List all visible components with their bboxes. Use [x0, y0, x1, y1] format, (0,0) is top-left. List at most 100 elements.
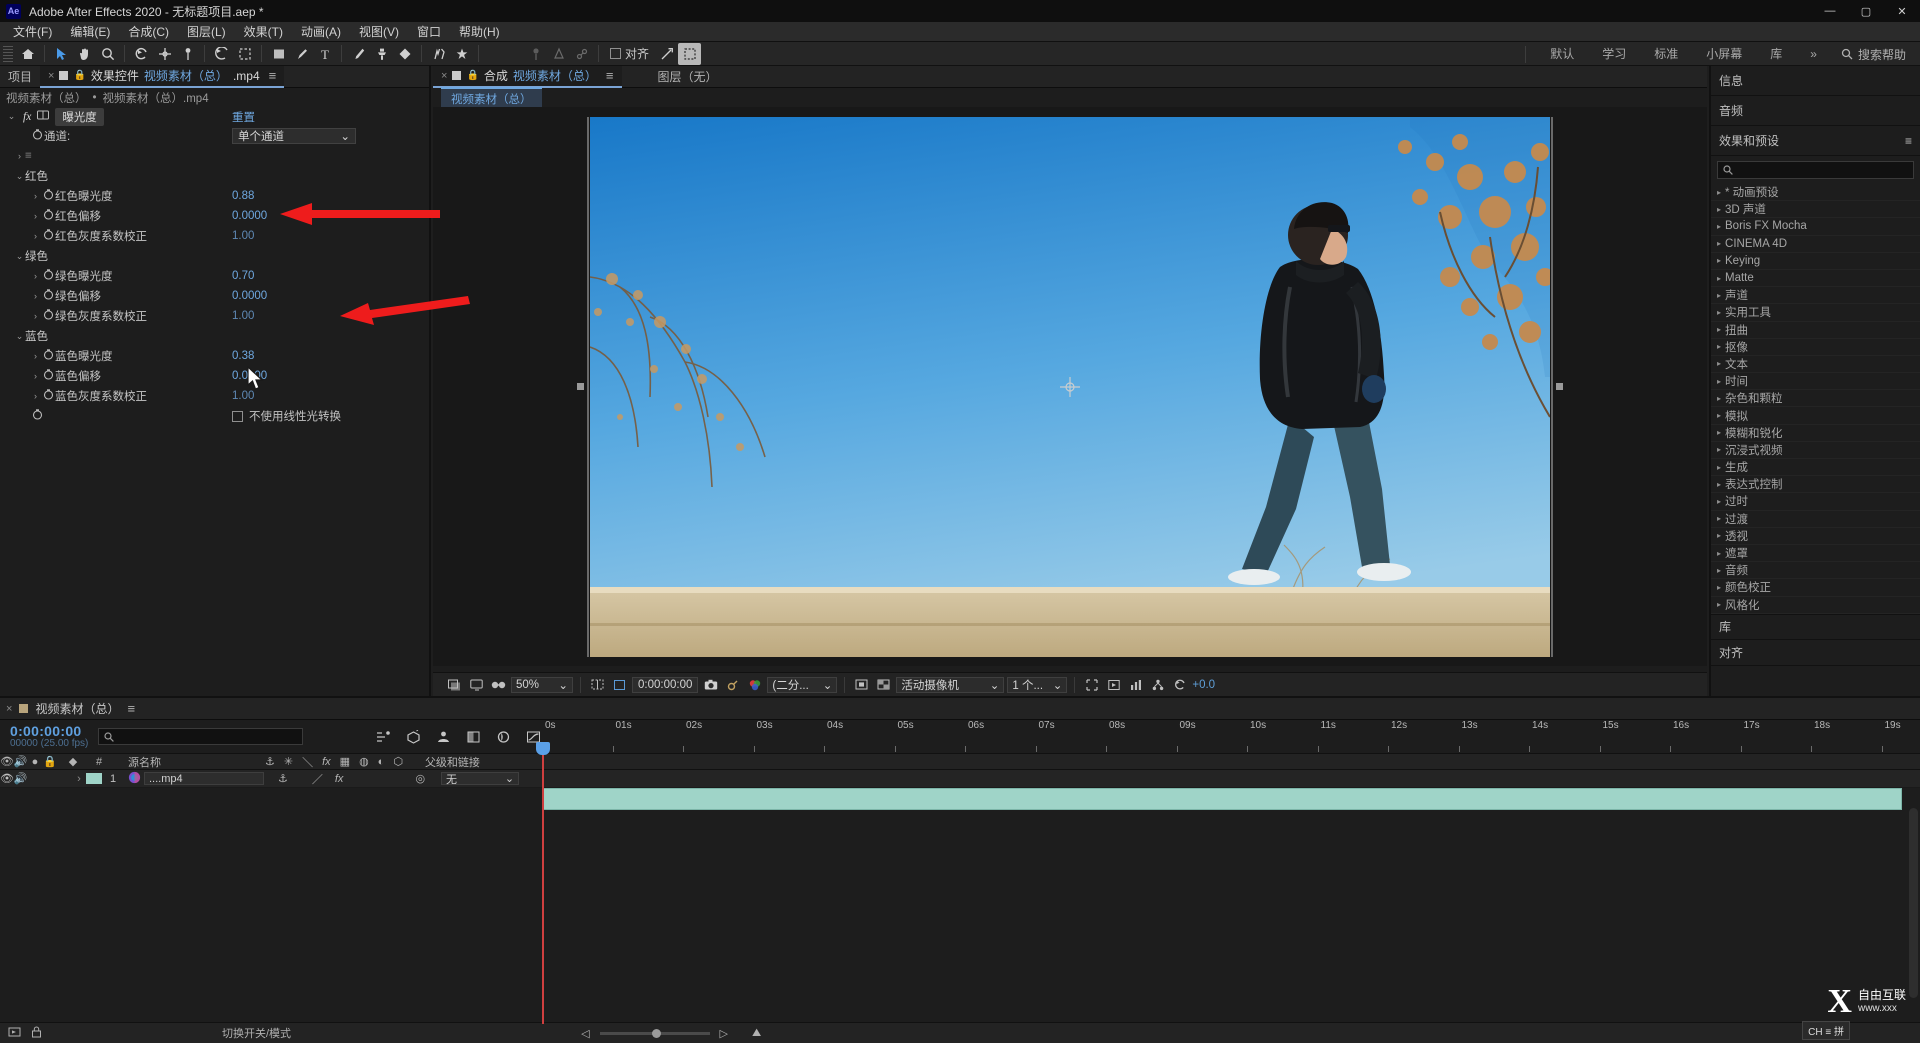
effects-category-item[interactable]: ▸ 实用工具: [1711, 304, 1920, 322]
effects-category-item[interactable]: ▸ 遮罩: [1711, 545, 1920, 563]
menu-composition[interactable]: 合成(C): [119, 21, 178, 42]
parent-link-header[interactable]: 父级和链接: [425, 754, 480, 770]
viewer-timecode[interactable]: 0:00:00:00: [632, 676, 699, 693]
render-queue-icon[interactable]: [8, 1026, 21, 1041]
info-panel-header[interactable]: 信息: [1711, 66, 1920, 96]
audio-toggle-icon[interactable]: 🔊: [13, 755, 28, 768]
chevron-right-icon[interactable]: ▸: [1717, 583, 1721, 592]
param-row-5[interactable]: › 绿色曝光度 0.70: [0, 266, 429, 286]
workspace-default[interactable]: 默认: [1536, 42, 1588, 66]
lock-status-icon[interactable]: [31, 1026, 42, 1041]
quality-icon[interactable]: ＼: [302, 754, 313, 770]
chevron-down-icon[interactable]: ⌄: [6, 111, 17, 122]
row-effects-icon[interactable]: fx: [335, 773, 344, 785]
row-video-toggle[interactable]: 👁: [0, 772, 14, 785]
puppet-starch-pin-icon[interactable]: [547, 43, 570, 65]
timeline-search-input[interactable]: [98, 728, 304, 745]
3d-layer-icon[interactable]: ⬡: [393, 755, 403, 768]
effects-category-item[interactable]: ▸ 风格化: [1711, 597, 1920, 614]
menu-edit[interactable]: 编辑(E): [61, 21, 119, 42]
timeline-jump-icon[interactable]: [1126, 676, 1145, 694]
source-name-header[interactable]: 源名称: [110, 754, 161, 770]
anchor-point-tool-icon[interactable]: [153, 43, 176, 65]
chevron-down-icon[interactable]: ⌄: [14, 251, 25, 262]
effects-search-input[interactable]: [1717, 161, 1914, 179]
label-color-icon[interactable]: ◆: [58, 755, 88, 768]
effects-category-item[interactable]: ▸ 生成: [1711, 459, 1920, 477]
effects-category-item[interactable]: ▸ 过渡: [1711, 511, 1920, 528]
puppet-pin-tool-icon[interactable]: [176, 43, 199, 65]
workspace-overflow-chevron-icon[interactable]: »: [1796, 42, 1831, 66]
lock-icon[interactable]: 🔒: [466, 70, 478, 81]
menu-window[interactable]: 窗口: [408, 21, 450, 42]
stopwatch-icon[interactable]: [30, 409, 44, 423]
param-group-4[interactable]: ⌄ 绿色: [0, 246, 429, 266]
chevron-down-icon[interactable]: ⌄: [14, 331, 25, 342]
stopwatch-icon[interactable]: [30, 129, 44, 143]
param-value[interactable]: 1.00: [232, 310, 254, 322]
chevron-right-icon[interactable]: ›: [14, 151, 25, 161]
shy-icon[interactable]: ⚓: [265, 755, 275, 768]
adjustment-layer-icon[interactable]: ◐: [378, 756, 385, 768]
subtab-active-comp[interactable]: 视频素材（总）: [441, 86, 542, 109]
clone-stamp-tool-icon[interactable]: [370, 43, 393, 65]
linear-light-checkbox[interactable]: [232, 410, 243, 422]
chevron-right-icon[interactable]: ▸: [1717, 411, 1721, 420]
audio-panel-header[interactable]: 音频: [1711, 96, 1920, 126]
region-of-interest-icon[interactable]: [233, 43, 256, 65]
chevron-right-icon[interactable]: ›: [30, 291, 41, 301]
views-select[interactable]: 1 个... ⌄: [1007, 676, 1068, 693]
composition-mini-flowchart-icon[interactable]: [373, 727, 394, 747]
chevron-right-icon[interactable]: ▸: [1717, 359, 1721, 368]
param-value[interactable]: 0.88: [232, 190, 254, 202]
viewer-handle-left[interactable]: [577, 382, 584, 390]
param-value[interactable]: 0.0000: [232, 210, 267, 222]
panel-menu-icon[interactable]: ≡: [606, 68, 614, 83]
effects-icon[interactable]: fx: [322, 756, 331, 768]
menu-animation[interactable]: 动画(A): [292, 21, 350, 42]
composition-viewer[interactable]: [433, 107, 1707, 666]
effects-category-item[interactable]: ▸ 模拟: [1711, 407, 1920, 425]
draft-3d-icon[interactable]: [403, 727, 424, 747]
workspace-library[interactable]: 库: [1756, 42, 1796, 66]
close-icon[interactable]: ×: [441, 70, 447, 82]
motion-blur-icon[interactable]: ◍: [359, 755, 369, 768]
brush-tool-icon[interactable]: [347, 43, 370, 65]
effects-category-item[interactable]: ▸ 抠像: [1711, 339, 1920, 356]
timeline-vertical-scrollbar[interactable]: [1909, 808, 1918, 998]
effect-visibility-icon[interactable]: [37, 110, 50, 124]
chevron-right-icon[interactable]: ▸: [1717, 549, 1721, 558]
lock-icon[interactable]: 🔒: [73, 70, 85, 81]
param-value[interactable]: 0.38: [232, 350, 254, 362]
3d-glasses-icon[interactable]: [489, 676, 508, 694]
row-quality-icon[interactable]: ／: [312, 771, 323, 787]
viewer-handle-right[interactable]: [1556, 382, 1563, 390]
star-tool-icon[interactable]: [450, 43, 473, 65]
roto-brush-tool-icon[interactable]: [210, 43, 233, 65]
maximize-button[interactable]: ▢: [1848, 0, 1884, 22]
effects-category-list[interactable]: ▸ * 动画预设 ▸ 3D 声道 ▸ Boris FX Mocha ▸ CINEMA 4D ▸ K…: [1711, 184, 1920, 614]
fast-previews-icon[interactable]: [1104, 676, 1123, 694]
resolution-select[interactable]: (二分... ⌄: [767, 676, 838, 693]
menu-layer[interactable]: 图层(L): [178, 21, 235, 42]
row-audio-toggle[interactable]: 🔊: [13, 772, 28, 785]
chevron-right-icon[interactable]: ▸: [1717, 394, 1721, 403]
eraser-tool-icon[interactable]: [393, 43, 416, 65]
zoom-tool-icon[interactable]: [96, 43, 119, 65]
transparency-grid-icon[interactable]: [874, 676, 893, 694]
frame-blend-icon[interactable]: ▦: [340, 755, 350, 768]
timeline-zoom-slider[interactable]: [599, 1028, 710, 1038]
zoom-in-icon[interactable]: ▷: [720, 1027, 728, 1040]
chevron-right-icon[interactable]: ▸: [1717, 566, 1721, 575]
puppet-position-pin-icon[interactable]: [524, 43, 547, 65]
chevron-right-icon[interactable]: ▸: [1717, 222, 1721, 231]
tab-composition[interactable]: × 🔒 合成 视频素材（总） ≡: [433, 65, 622, 88]
param-row-10[interactable]: ›蓝色偏移0.0000: [0, 366, 429, 386]
chevron-right-icon[interactable]: ›: [30, 211, 41, 221]
chevron-right-icon[interactable]: ›: [30, 391, 41, 401]
param-group-0[interactable]: ⌄ 红色: [0, 166, 429, 186]
snap-toggle[interactable]: 对齐: [604, 45, 655, 62]
chevron-right-icon[interactable]: ▸: [1717, 205, 1721, 214]
puppet-tool-icon[interactable]: [427, 43, 450, 65]
timeline-ruler[interactable]: 0s 01s 02s 03s 04s 05s 06s 07s 08s 09s 10s 11s 12s 13…: [542, 720, 1902, 754]
